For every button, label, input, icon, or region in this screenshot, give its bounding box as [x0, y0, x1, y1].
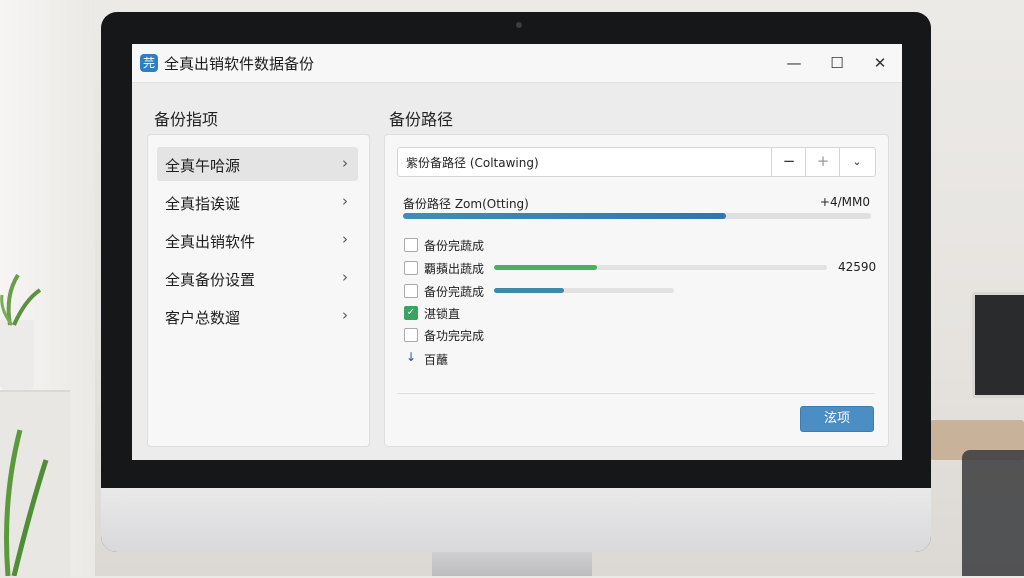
checkbox[interactable] — [404, 284, 418, 298]
main-progress-bar — [403, 213, 871, 219]
sidebar-item-3[interactable]: 全真出销软件 › — [157, 223, 358, 257]
sidebar-item-label: 全真备份设置 — [165, 271, 256, 289]
chevron-right-icon: › — [342, 230, 348, 248]
chevron-down-icon[interactable]: ⌄ — [839, 148, 874, 176]
sidebar-item-5[interactable]: 客户总数遛 › — [157, 299, 358, 333]
sidebar-item-label: 全真出销软件 — [165, 233, 256, 251]
task-row[interactable]: 覇蘋出蔬成 42590 — [404, 260, 877, 278]
main-panel: 紫份备路径 (Coltawing) − + ⌄ 备份路径 Zom(Otting)… — [384, 134, 889, 447]
sidebar: 全真午哈源 › 全真指诶诞 › 全真出销软件 › 全真备份设置 › 客户总数遛 … — [147, 134, 370, 447]
sidebar-item-label: 全真指诶诞 — [165, 195, 241, 213]
task-label: 湛锁直 — [424, 307, 461, 321]
sidebar-item-label: 全真午哈源 — [165, 157, 241, 175]
background-plant-bottom — [4, 429, 49, 576]
app-logo-icon: 芫 — [140, 54, 158, 72]
task-progress-fill — [494, 288, 565, 293]
task-progress-bar — [494, 265, 827, 270]
backup-path-value[interactable]: 紫份备路径 (Coltawing) — [406, 154, 539, 171]
chevron-right-icon: › — [342, 192, 348, 210]
sidebar-item-1[interactable]: 全真午哈源 › — [157, 147, 358, 181]
task-progress-bar — [494, 288, 674, 293]
footer-item-label: 百蘸 — [424, 353, 449, 367]
sidebar-item-label: 客户总数遛 — [165, 309, 241, 327]
checkbox[interactable] — [404, 328, 418, 342]
minimize-button[interactable]: — — [783, 52, 805, 74]
minus-button[interactable]: − — [771, 148, 806, 176]
task-label: 覇蘋出蔬成 — [424, 262, 485, 276]
background-monitor — [972, 292, 1024, 398]
task-row[interactable]: 备份完蔬成 — [404, 283, 874, 301]
task-label: 备功完完成 — [424, 329, 485, 343]
task-progress-value: 42590 — [838, 260, 877, 274]
window-title: 全真出销软件数据备份 — [164, 55, 315, 73]
divider — [397, 393, 875, 394]
progress-label: 备份路径 Zom(Otting) — [403, 197, 529, 211]
sidebar-item-2[interactable]: 全真指诶诞 › — [157, 185, 358, 219]
task-label: 备份完蔬成 — [424, 285, 485, 299]
sidebar-header: 备份指项 — [154, 110, 219, 129]
checkbox-checked[interactable]: ✓ — [404, 306, 418, 320]
checkbox[interactable] — [404, 238, 418, 252]
progress-value: +4/MM0 — [819, 195, 870, 209]
backup-path-field[interactable]: 紫份备路径 (Coltawing) − + ⌄ — [397, 147, 876, 177]
task-progress-fill — [494, 265, 598, 270]
monitor-stand — [432, 552, 592, 576]
background-chair — [962, 450, 1024, 576]
task-label: 备份完蔬成 — [424, 239, 485, 253]
main-progress-fill — [403, 213, 726, 219]
maximize-button[interactable]: ☐ — [826, 52, 848, 74]
camera-icon — [516, 22, 522, 28]
checkbox[interactable] — [404, 261, 418, 275]
chevron-right-icon: › — [342, 154, 348, 172]
arrow-down-icon: ↓ — [406, 350, 417, 364]
plus-button[interactable]: + — [805, 148, 840, 176]
monitor-chin — [101, 488, 931, 552]
confirm-button[interactable]: 泫项 — [800, 406, 874, 432]
title-bar: 芫 全真出销软件数据备份 — ☐ ✕ — [132, 44, 902, 83]
app-window: 芫 全真出销软件数据备份 — ☐ ✕ 备份指项 备份路径 全真午哈源 › 全真指… — [132, 44, 902, 460]
background-plant — [0, 273, 42, 326]
main-header: 备份路径 — [389, 110, 454, 129]
chevron-right-icon: › — [342, 268, 348, 286]
sidebar-item-4[interactable]: 全真备份设置 › — [157, 261, 358, 295]
close-button[interactable]: ✕ — [869, 52, 891, 74]
chevron-right-icon: › — [342, 306, 348, 324]
